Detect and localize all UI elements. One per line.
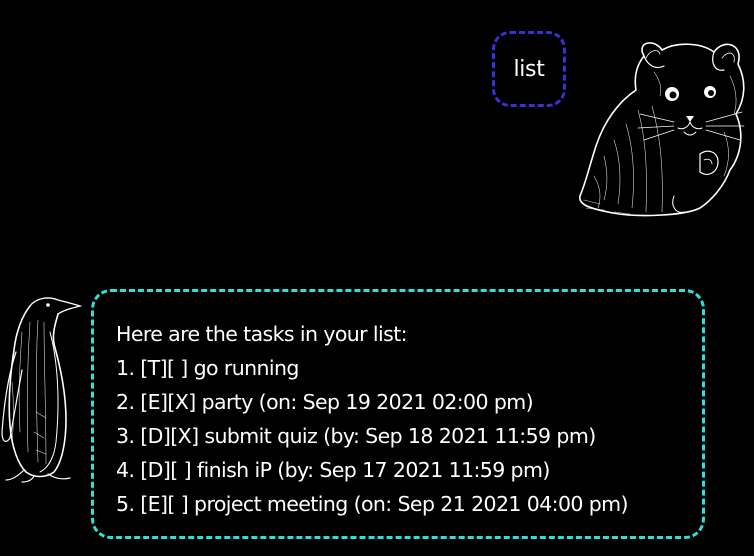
hamster-icon (579, 42, 745, 217)
bot-message-bubble: Here are the tasks in your list: 1. [T][… (91, 289, 705, 539)
task-item: 2. [E][X] party (on: Sep 19 2021 02:00 p… (116, 390, 534, 414)
task-item: 3. [D][X] submit quiz (by: Sep 18 2021 1… (116, 424, 596, 448)
user-message-bubble: list (492, 31, 566, 107)
user-message-text: list (513, 56, 545, 82)
task-item: 1. [T][ ] go running (116, 356, 299, 380)
task-item: 4. [D][ ] finish iP (by: Sep 17 2021 11:… (116, 458, 550, 482)
penguin-icon (1, 297, 82, 483)
task-item: 5. [E][ ] project meeting (on: Sep 21 20… (116, 492, 629, 516)
task-list-header: Here are the tasks in your list: (116, 322, 408, 346)
chat-pane: list Here are the tasks in your list: 1.… (0, 0, 754, 556)
